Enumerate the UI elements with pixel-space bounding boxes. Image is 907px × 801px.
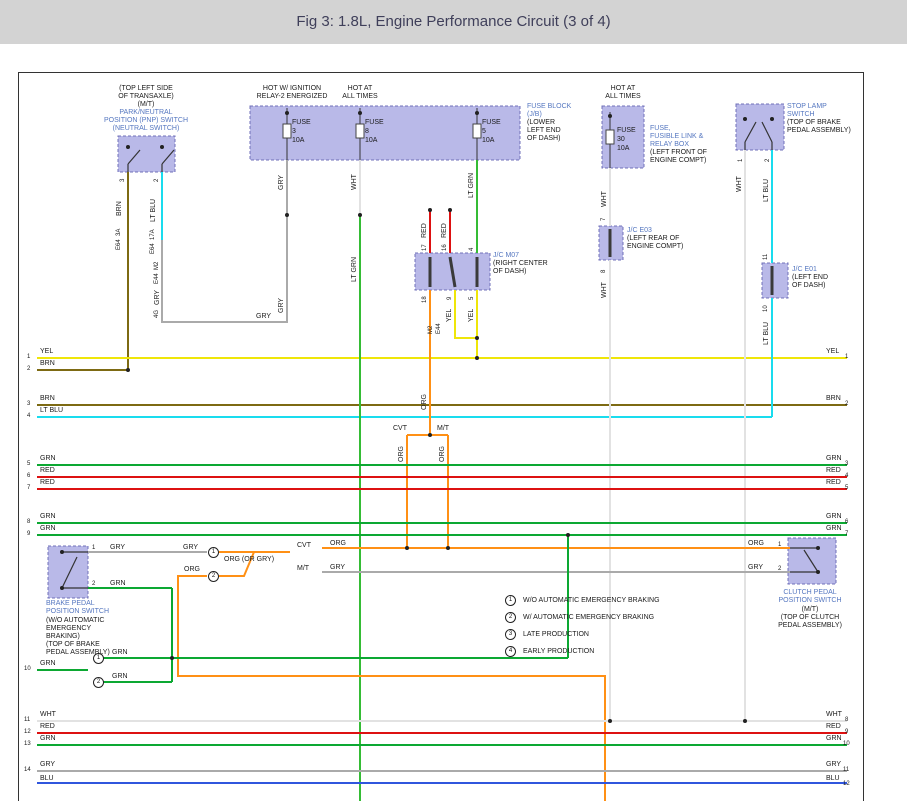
clutch-pedal-switch-box: [788, 538, 836, 584]
junction-dot: [126, 368, 130, 372]
wire-org: [178, 576, 605, 801]
junction-dot: [405, 546, 409, 550]
junction-dot: [446, 546, 450, 550]
junction-dot: [770, 117, 774, 121]
junction-dot: [475, 356, 479, 360]
fuse-icon: [356, 124, 364, 138]
junction-dot: [60, 550, 64, 554]
fuse-icon: [283, 124, 291, 138]
wiring-diagram-page: Fig 3: 1.8L, Engine Performance Circuit …: [0, 0, 907, 801]
junction-dot: [816, 546, 820, 550]
junction-dot: [60, 586, 64, 590]
junction-dot: [358, 213, 362, 217]
junction-dot: [358, 111, 362, 115]
junction-dot: [475, 336, 479, 340]
junction-dot: [448, 208, 452, 212]
brake-pedal-switch-box: [48, 546, 88, 598]
fuse-icon: [606, 130, 614, 144]
junction-dot: [816, 570, 820, 574]
junction-dot: [126, 145, 130, 149]
junction-dot: [160, 145, 164, 149]
diagram-canvas: [0, 0, 907, 801]
wire-org: [219, 552, 254, 576]
stop-lamp-switch-box: [736, 104, 784, 150]
pnp-switch-box: [118, 136, 175, 172]
jc-e01-box: [762, 263, 788, 298]
junction-dot: [428, 433, 432, 437]
junction-dot: [566, 533, 570, 537]
junction-dot: [743, 117, 747, 121]
junction-dot: [285, 111, 289, 115]
junction-dot: [608, 114, 612, 118]
junction-dot: [743, 719, 747, 723]
junction-dot: [285, 213, 289, 217]
junction-dot: [170, 656, 174, 660]
fuse-icon: [473, 124, 481, 138]
wire-gry: [162, 160, 287, 322]
wire-yel: [455, 290, 477, 338]
junction-dot: [608, 719, 612, 723]
junction-dot: [428, 208, 432, 212]
junction-dot: [475, 111, 479, 115]
